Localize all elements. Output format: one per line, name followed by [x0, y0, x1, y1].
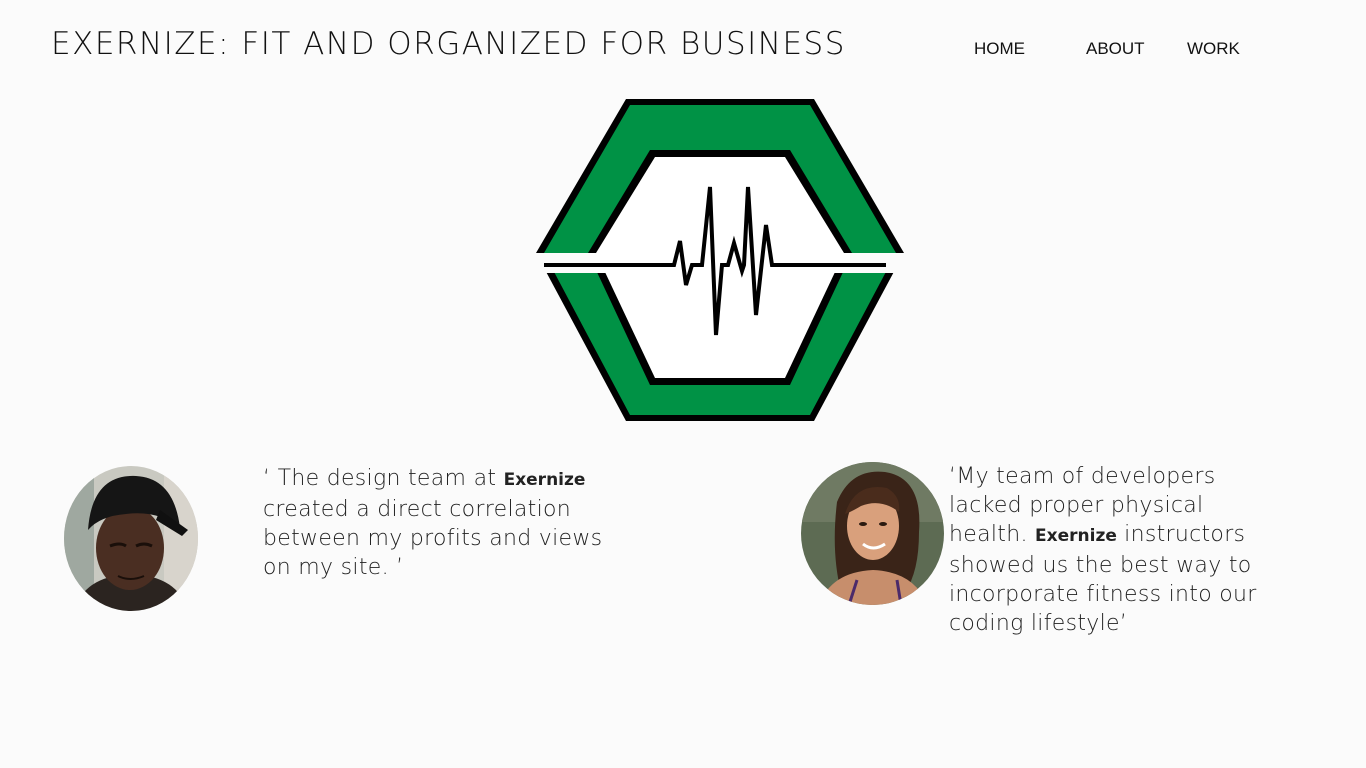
testimonial-quote-2: ‘My team of developers lacked proper phy…	[949, 462, 1269, 638]
woman-avatar-image	[801, 462, 944, 605]
site-title: EXERNIZE: FIT AND ORGANIZED FOR BUSINESS	[51, 26, 846, 62]
page: EXERNIZE: FIT AND ORGANIZED FOR BUSINESS…	[0, 0, 1366, 768]
nav-work-link[interactable]: WORK	[1187, 39, 1240, 59]
logo-graphic	[530, 99, 910, 421]
quote-1-rest: created a direct correlation between my …	[263, 497, 603, 580]
quote-1-brand: Exernize	[503, 470, 586, 490]
quote-2-brand: Exernize	[1035, 526, 1117, 546]
testimonial-quote-1: ‘ The design team at Exernize created a …	[263, 464, 623, 582]
quote-1-open: ‘ The design team at	[263, 466, 504, 491]
man-with-cap-avatar	[64, 466, 198, 611]
nav-home-link[interactable]: HOME	[974, 39, 1025, 59]
heartbeat-hexagon-logo	[530, 95, 910, 425]
man-avatar-image	[64, 466, 198, 611]
nav-about-link[interactable]: ABOUT	[1086, 39, 1145, 59]
woman-avatar	[801, 462, 944, 605]
